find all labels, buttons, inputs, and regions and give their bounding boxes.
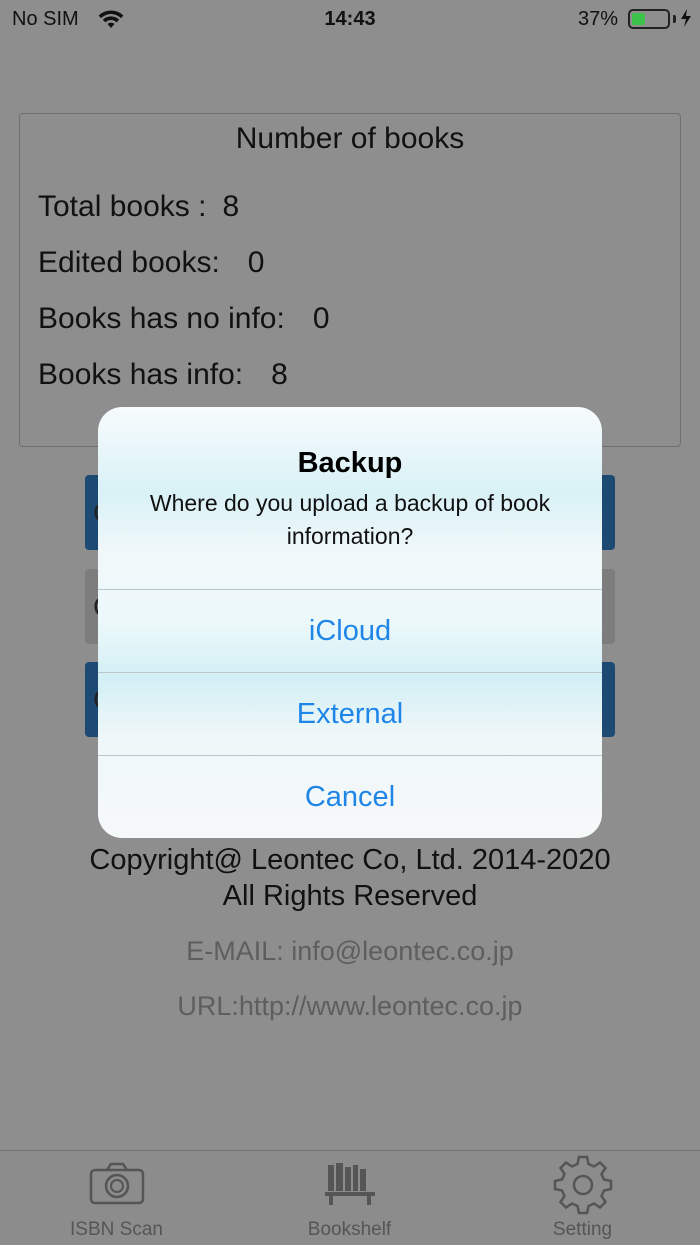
stat-label: Total books : [38, 190, 207, 223]
stat-row-no-info: Books has no info: 0 [38, 302, 330, 336]
stat-row-has-info: Books has info: 8 [38, 358, 288, 392]
alert-message: Where do you upload a backup of book inf… [149, 490, 551, 549]
stat-label: Edited books: [38, 246, 220, 279]
tab-label: Bookshelf [307, 1219, 392, 1240]
tab-isbn-scan[interactable]: ISBN Scan [0, 1151, 233, 1245]
url-link[interactable]: URL:http://www.leontec.co.jp [0, 991, 700, 1022]
alert-title: Backup [297, 447, 403, 479]
gear-icon [553, 1155, 612, 1215]
stat-row-edited: Edited books: 0 [38, 246, 264, 280]
external-button[interactable]: External [98, 673, 602, 755]
charging-bolt-icon [680, 8, 692, 33]
camera-icon [89, 1162, 144, 1205]
tab-label: ISBN Scan [70, 1219, 163, 1240]
copyright-line: Copyright@ Leontec Co, Ltd. 2014-2020 [89, 844, 611, 876]
battery-percent: 37% [577, 8, 618, 30]
stat-value: 8 [222, 190, 240, 223]
tab-bookshelf[interactable]: Bookshelf [233, 1151, 466, 1245]
stats-title: Number of books [235, 122, 465, 155]
status-bar: No SIM 14:43 37% [0, 0, 700, 40]
stat-value: 0 [247, 246, 265, 279]
copyright-text: Copyright@ Leontec Co, Ltd. 2014-2020 Al… [0, 842, 700, 914]
icloud-button[interactable]: iCloud [98, 590, 602, 672]
bookshelf-icon [324, 1163, 375, 1205]
battery-level-fill [632, 13, 645, 25]
battery-tip [673, 15, 676, 23]
stat-label: Books has no info: [38, 302, 285, 335]
stat-value: 8 [271, 358, 288, 391]
stat-row-total: Total books : 8 [38, 190, 239, 224]
battery-icon [628, 9, 670, 29]
tab-bar: ISBN Scan Bookshelf Setting [0, 1150, 700, 1245]
rights-line: All Rights Reserved [222, 880, 478, 912]
stat-label: Books has info: [38, 358, 244, 391]
cancel-button[interactable]: Cancel [98, 756, 602, 838]
stat-value: 0 [312, 302, 330, 335]
email-link[interactable]: E-MAIL: info@leontec.co.jp [0, 936, 700, 967]
tab-label: Setting [552, 1219, 613, 1240]
backup-alert-dialog: Backup Where do you upload a backup of b… [98, 407, 602, 838]
tab-setting[interactable]: Setting [466, 1151, 699, 1245]
book-count-card [19, 113, 681, 447]
